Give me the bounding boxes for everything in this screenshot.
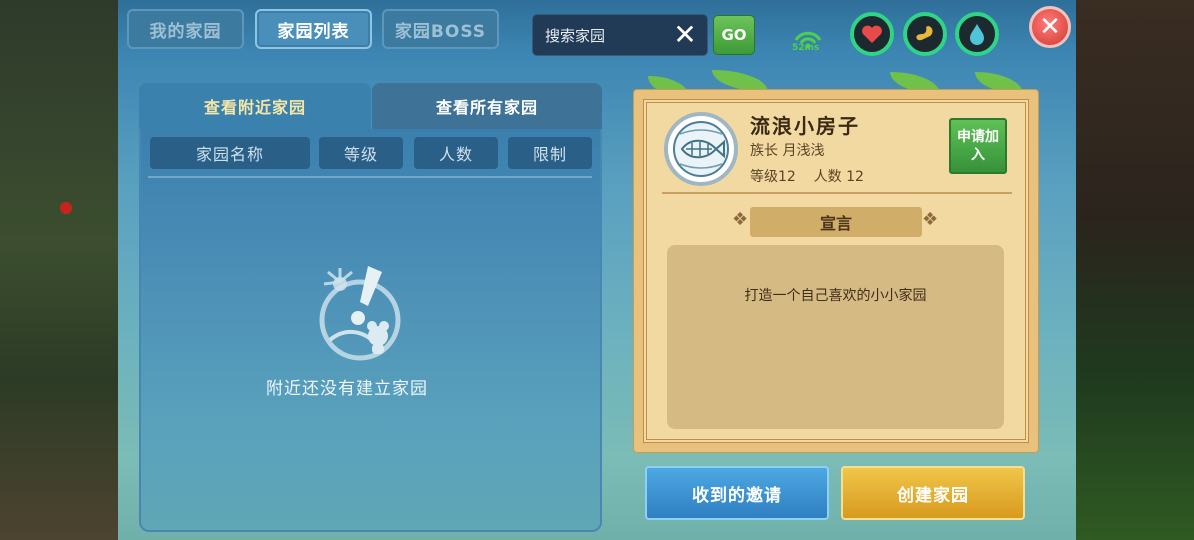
tab-all-homes[interactable]: 查看所有家园: [372, 83, 602, 129]
health-status: [850, 12, 894, 56]
home-stats: 等级12 人数 12: [750, 169, 864, 185]
water-drop-icon: [970, 24, 984, 45]
thirst-status: [955, 12, 999, 56]
close-icon: ✕: [1039, 12, 1061, 42]
column-limit: 限制: [508, 137, 592, 169]
received-invites-button[interactable]: 收到的邀请: [645, 466, 829, 520]
tab-nearby-homes[interactable]: 查看附近家园: [139, 83, 371, 129]
column-members: 人数: [414, 137, 498, 169]
stomach-icon: [916, 26, 933, 41]
home-avatar: [664, 112, 738, 186]
search-placeholder: 搜索家园: [545, 26, 606, 45]
tab-my-home[interactable]: 我的家园: [127, 9, 244, 49]
apply-join-button[interactable]: 申请加入: [949, 118, 1007, 174]
home-name: 流浪小房子: [750, 114, 860, 138]
berry-decoration: [60, 202, 72, 214]
empty-list-message: 附近还没有建立家园: [266, 379, 428, 399]
home-leader: 族长 月浅浅: [750, 143, 825, 159]
heart-icon: [862, 25, 882, 43]
declaration-box: [667, 245, 1004, 429]
column-home-name: 家园名称: [150, 137, 310, 169]
go-button[interactable]: GO: [713, 15, 755, 55]
hunger-status: [903, 12, 947, 56]
column-level: 等级: [319, 137, 403, 169]
card-divider: [662, 192, 1012, 194]
ping-readout: 52ms: [792, 43, 820, 53]
clear-search-icon[interactable]: ✕: [670, 20, 700, 50]
ornament-right-icon: ❖: [922, 209, 939, 230]
empty-list-icon: [319, 266, 401, 361]
fish-emblem-icon: [673, 121, 729, 177]
tab-home-boss[interactable]: 家园BOSS: [382, 9, 499, 49]
declaration-text: 打造一个自己喜欢的小小家园: [744, 288, 927, 304]
declaration-title: 宣言: [750, 207, 922, 237]
background-scenery-right: [1074, 0, 1194, 540]
ornament-left-icon: ❖: [732, 209, 749, 230]
create-home-button[interactable]: 创建家园: [841, 466, 1025, 520]
close-button[interactable]: ✕: [1029, 6, 1071, 48]
background-scenery-left: [0, 0, 118, 540]
tab-home-list[interactable]: 家园列表: [255, 9, 372, 49]
header-divider: [148, 176, 592, 178]
